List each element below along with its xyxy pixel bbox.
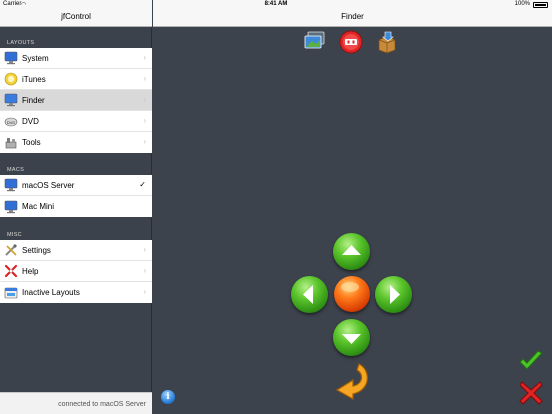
sidebar-item-mac-mini[interactable]: Mac Mini	[0, 196, 152, 217]
sidebar-item-label: Help	[22, 266, 39, 276]
sidebar-item-label: Settings	[22, 245, 51, 255]
battery-percent: 100%	[514, 1, 530, 7]
chevron-right-icon: ›	[143, 287, 146, 296]
battery-icon	[533, 2, 548, 8]
sidebar-item-macos-server[interactable]: macOS Server ✓	[0, 175, 152, 196]
dvd-icon: DVD	[4, 114, 18, 128]
chevron-right-icon: ›	[143, 53, 146, 62]
help-icon	[4, 264, 18, 278]
inactive-layouts-icon	[4, 286, 18, 300]
sidebar: jfControl LAYOUTS System › iTunes › Find…	[0, 0, 152, 414]
sidebar-footer: connected to macOS Server	[0, 392, 152, 414]
sidebar-item-dvd[interactable]: DVD DVD ›	[0, 111, 152, 132]
sidebar-item-tools[interactable]: Tools ›	[0, 132, 152, 153]
sidebar-item-label: iTunes	[22, 74, 46, 84]
tools-icon	[4, 136, 18, 150]
chevron-right-icon: ›	[143, 116, 146, 125]
accept-button[interactable]	[518, 350, 544, 372]
monitor-icon	[4, 178, 18, 192]
down-arrow-button[interactable]	[333, 319, 370, 356]
info-button[interactable]: i	[161, 390, 175, 404]
center-icon	[341, 282, 359, 292]
right-arrow-button[interactable]	[375, 276, 412, 313]
sidebar-item-label: System	[22, 53, 49, 63]
monitor-icon	[4, 51, 18, 65]
chevron-right-icon: ›	[143, 137, 146, 146]
chevron-right-icon: ›	[143, 245, 146, 254]
sidebar-item-system[interactable]: System ›	[0, 48, 152, 69]
info-icon: i	[166, 392, 170, 402]
chevron-right-icon: ›	[143, 95, 146, 104]
svg-text:DVD: DVD	[7, 120, 16, 125]
chevron-right-icon: ›	[143, 74, 146, 83]
chevron-right-icon: ›	[143, 266, 146, 275]
cancel-button[interactable]	[518, 380, 544, 406]
status-bar: Carrier ◠ 8:41 AM 100%	[0, 0, 552, 9]
misc-group: Settings › Help › Inactive Layouts ›	[0, 240, 152, 303]
right-arrow-icon	[390, 285, 400, 304]
macs-group: macOS Server ✓ Mac Mini	[0, 175, 152, 217]
page-title: Finder	[341, 12, 364, 21]
sidebar-item-help[interactable]: Help ›	[0, 261, 152, 282]
desktop-icon[interactable]	[303, 30, 327, 54]
clock: 8:41 AM	[264, 1, 288, 7]
sidebar-item-label: Tools	[22, 138, 41, 147]
sidebar-item-label: Mac Mini	[22, 202, 55, 211]
sidebar-item-finder[interactable]: Finder ›	[0, 90, 152, 111]
sidebar-item-label: Inactive Layouts	[22, 288, 80, 297]
checkmark-icon	[519, 350, 543, 370]
return-arrow-icon	[335, 363, 368, 401]
sidebar-item-inactive-layouts[interactable]: Inactive Layouts ›	[0, 282, 152, 303]
sidebar-item-label: macOS Server	[22, 180, 75, 190]
section-label-macs: MACS	[7, 167, 25, 173]
itunes-icon	[4, 72, 18, 86]
layouts-group: System › iTunes › Finder › DVD DVD › Too…	[0, 48, 152, 153]
sidebar-item-settings[interactable]: Settings ›	[0, 240, 152, 261]
section-label-layouts: LAYOUTS	[7, 40, 35, 46]
up-arrow-button[interactable]	[333, 233, 370, 270]
install-package-icon[interactable]	[375, 30, 399, 54]
connection-status: connected to macOS Server	[58, 401, 146, 408]
down-arrow-icon	[342, 334, 361, 344]
sidebar-item-itunes[interactable]: iTunes ›	[0, 69, 152, 90]
up-arrow-icon	[342, 245, 361, 255]
settings-icon	[4, 243, 18, 257]
monitor-icon	[4, 200, 18, 214]
sidebar-item-label: DVD	[22, 116, 39, 126]
return-button[interactable]	[331, 360, 373, 401]
sidebar-title: jfControl	[61, 12, 91, 21]
close-icon	[519, 381, 543, 405]
section-label-misc: MISC	[7, 232, 22, 238]
center-button[interactable]	[334, 276, 370, 312]
checkmark-icon: ✓	[139, 180, 146, 189]
finder-icon	[4, 93, 18, 107]
sidebar-item-label: Finder	[22, 95, 45, 105]
left-arrow-button[interactable]	[291, 276, 328, 313]
quit-apps-icon[interactable]	[339, 30, 363, 54]
left-arrow-icon	[303, 285, 313, 304]
